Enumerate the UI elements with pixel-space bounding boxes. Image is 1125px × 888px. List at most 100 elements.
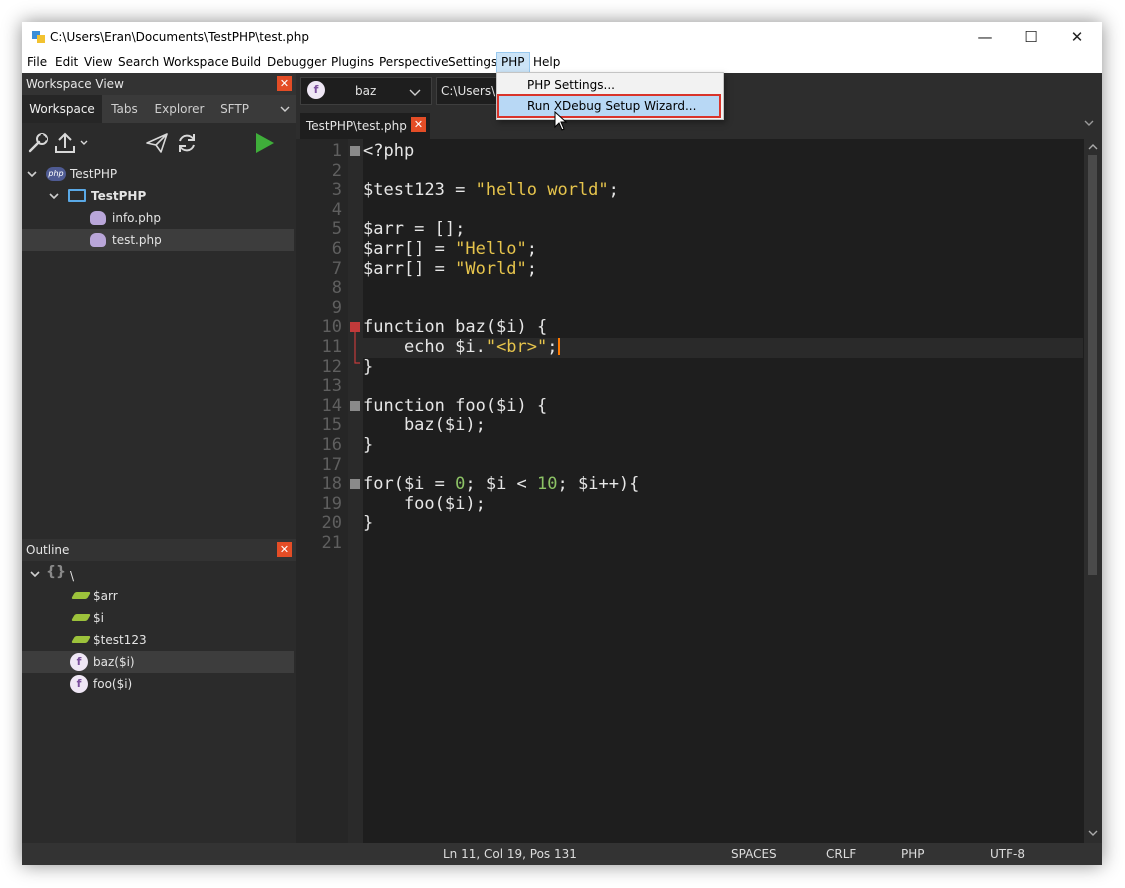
tree-item-info-php[interactable]: info.php	[22, 207, 294, 229]
menu-workspace[interactable]: Workspace	[159, 52, 233, 73]
code-token: }	[363, 435, 374, 455]
send-icon[interactable]	[145, 131, 169, 155]
scrollbar-thumb[interactable]	[1088, 155, 1097, 575]
fold-markers	[350, 146, 360, 489]
menu-plugins[interactable]: Plugins	[327, 52, 378, 73]
path-selector-combo[interactable]: C:\Users\E	[436, 77, 500, 105]
expanded-chevron-icon[interactable]	[49, 192, 59, 200]
wrench-icon[interactable]	[26, 131, 50, 155]
code-token: baz($i);	[363, 415, 486, 436]
line-number: 18	[321, 474, 342, 495]
code-line-20: }	[363, 514, 1083, 534]
expanded-chevron-icon[interactable]	[30, 570, 40, 578]
refresh-icon[interactable]	[175, 131, 199, 155]
line-number: 2	[331, 160, 342, 181]
menu-edit[interactable]: Edit	[51, 52, 82, 73]
workspace-toolbar	[22, 123, 296, 163]
tree-item-folder-testphp[interactable]: TestPHP	[22, 185, 294, 207]
code-token: function baz($i) {	[363, 317, 548, 338]
language-mode[interactable]: PHP	[901, 847, 925, 861]
menu-file[interactable]: File	[23, 52, 51, 73]
outline-item-arr[interactable]: $arr	[22, 585, 294, 607]
code-number: 0	[455, 474, 466, 495]
line-number: 12	[321, 356, 342, 377]
code-line-6: $arr[] = "Hello";	[363, 239, 1083, 260]
code-editor[interactable]: <?php $test123 = "hello world"; $arr = […	[363, 139, 1083, 843]
code-line-19: foo($i);	[363, 494, 1083, 515]
workspace-view-title: Workspace View	[26, 77, 124, 91]
close-window-button[interactable]: ✕	[1054, 22, 1100, 52]
outline-item-label: foo($i)	[93, 677, 133, 691]
code-token: $arr[] =	[363, 239, 456, 259]
tab-sftp[interactable]: SFTP	[212, 95, 257, 123]
scroll-down-icon[interactable]	[1088, 829, 1098, 837]
maximize-button[interactable]: ☐	[1008, 22, 1054, 52]
expanded-chevron-icon[interactable]	[27, 170, 37, 178]
editor-file-tab[interactable]: TestPHP\test.php ✕	[300, 113, 430, 139]
line-ending[interactable]: CRLF	[826, 847, 856, 861]
indent-mode[interactable]: SPACES	[731, 847, 777, 861]
code-token: $arr = [];	[363, 219, 466, 240]
php-project-icon: php	[46, 167, 66, 181]
menu-debugger[interactable]: Debugger	[263, 52, 330, 73]
file-tab-close-button[interactable]: ✕	[411, 117, 426, 132]
function-selector-combo[interactable]: f baz	[300, 77, 432, 105]
menu-settings[interactable]: Settings	[444, 52, 501, 73]
fold-margin	[348, 139, 363, 843]
menu-help[interactable]: Help	[529, 52, 564, 73]
vertical-scrollbar[interactable]	[1084, 139, 1102, 843]
line-number: 9	[331, 297, 342, 318]
code-line-11-current: echo $i."<br>";	[363, 337, 1083, 358]
tab-explorer[interactable]: Explorer	[147, 95, 212, 123]
tree-item-test-php[interactable]: test.php	[22, 229, 294, 251]
menu-perspective[interactable]: Perspective	[375, 52, 453, 73]
tab-tabs[interactable]: Tabs	[102, 95, 147, 123]
title-bar: C:\Users\Eran\Documents\TestPHP\test.php…	[22, 22, 1102, 52]
code-token: ;	[526, 258, 538, 279]
code-line-10: function baz($i) {	[363, 318, 1083, 338]
menu-item-run-xdebug-setup-wizard[interactable]: Run XDebug Setup Wizard...	[497, 94, 721, 118]
code-line-5: $arr = [];	[363, 220, 1083, 240]
code-token: echo $i.	[363, 337, 486, 357]
code-string: "hello world"	[475, 180, 609, 201]
code-token: ;	[547, 337, 558, 357]
scroll-up-icon[interactable]	[1088, 143, 1098, 151]
outline-item-label: $i	[93, 611, 104, 625]
tree-item-project-testphp[interactable]: php TestPHP	[22, 163, 294, 185]
tabs-overflow-chevron-icon[interactable]	[280, 105, 290, 113]
code-token: function foo($i) {	[363, 395, 548, 416]
line-number: 17	[321, 454, 342, 475]
outline-item-baz[interactable]: f baz($i)	[22, 651, 294, 673]
code-token: ;	[526, 239, 538, 259]
function-icon: f	[70, 675, 88, 693]
menu-search[interactable]: Search	[114, 52, 163, 73]
tab-list-chevron-icon[interactable]	[1084, 119, 1094, 127]
code-line-14: function foo($i) {	[363, 395, 1083, 417]
code-line-7: $arr[] = "World";	[363, 258, 1083, 280]
cursor-position: Ln 11, Col 19, Pos 131	[443, 847, 577, 861]
outline-item-i[interactable]: $i	[22, 607, 294, 629]
code-string: "Hello"	[455, 239, 527, 259]
upload-dropdown-icon[interactable]	[54, 131, 90, 155]
outline-item-foo[interactable]: f foo($i)	[22, 673, 294, 695]
menu-build[interactable]: Build	[227, 52, 265, 73]
outline-item-label: $test123	[93, 633, 147, 647]
outline-root[interactable]: {} \	[22, 563, 294, 585]
outline-close-button[interactable]: ✕	[277, 542, 292, 557]
line-number-gutter: 1 2 3 4 5 6 7 8 9 10 11 12 13 14 15 16 1…	[296, 139, 348, 843]
minimize-button[interactable]: —	[962, 22, 1008, 52]
tab-workspace[interactable]: Workspace	[22, 95, 102, 123]
namespace-braces-icon: {}	[46, 564, 66, 580]
app-window: C:\Users\Eran\Documents\TestPHP\test.php…	[22, 22, 1102, 865]
menu-item-php-settings[interactable]: PHP Settings...	[499, 75, 719, 95]
code-token: }	[363, 513, 374, 534]
file-encoding[interactable]: UTF-8	[990, 847, 1025, 861]
menu-view[interactable]: View	[80, 52, 116, 73]
outline-item-test123[interactable]: $test123	[22, 629, 294, 651]
fold-guide-line-10	[354, 332, 360, 364]
outline-title: Outline	[26, 543, 70, 557]
run-play-icon[interactable]	[252, 131, 276, 155]
chevron-down-icon[interactable]	[409, 88, 421, 96]
workspace-view-close-button[interactable]: ✕	[277, 76, 292, 91]
code-string: "World"	[455, 258, 527, 279]
